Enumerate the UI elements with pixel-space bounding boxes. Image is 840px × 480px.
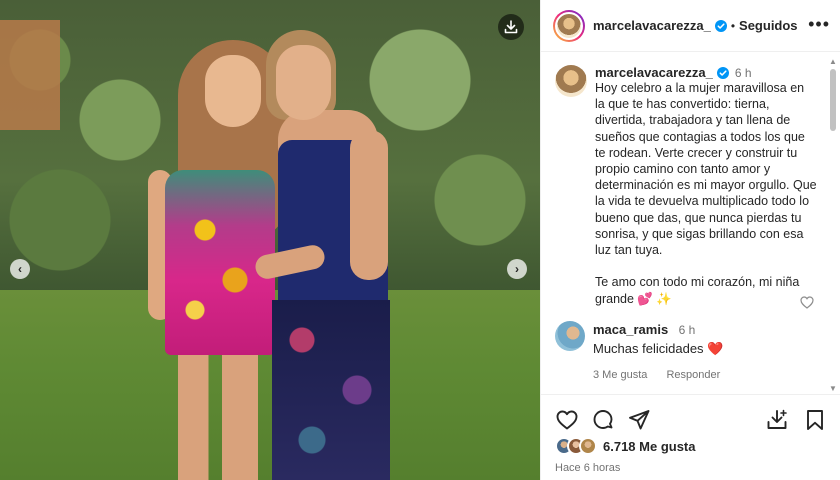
commenter-username[interactable]: maca_ramis [593,322,668,337]
comment-icon [593,410,613,429]
verified-badge-icon [716,66,729,79]
caption-text: Hoy celebro a la mujer maravillosa en la… [595,81,817,306]
previous-photo-button[interactable]: ‹ [10,259,30,279]
share-icon [629,410,650,430]
action-icons-right [751,408,827,432]
comment-reply-button[interactable]: Responder [666,369,720,381]
comment-meta: 3 Me gusta Responder [593,369,817,381]
author-avatar-image [555,11,583,40]
photo-mother-arm [350,130,388,280]
photo-mother-face [276,45,331,120]
photo-girl-legs [178,355,258,480]
save-image-icon [767,409,787,429]
action-icons [555,403,827,437]
likes-summary[interactable]: 6.718 Me gusta [555,437,827,455]
caption-author-avatar[interactable] [555,65,587,97]
verified-badge-icon [714,19,727,32]
bookmark-button[interactable] [803,408,827,432]
download-button[interactable] [498,14,524,40]
liker-avatar [579,437,597,455]
comment-text: Muchas felicidades ❤️ [593,340,724,356]
comment-like-heart-icon[interactable] [800,296,814,309]
comment-like-count[interactable]: 3 Me gusta [593,369,647,381]
comments-section[interactable]: marcelavacarezza_ 6 h Hoy celebro a la m… [541,53,829,393]
scrollbar-thumb[interactable] [830,69,836,131]
post-side-panel: marcelavacarezza_ • Seguidos ••• marcela… [540,0,840,480]
comment-item: maca_ramis 6 h Muchas felicidades ❤️ 3 M… [555,320,817,381]
post-timestamp: Hace 6 horas [555,462,621,474]
chevron-right-icon: › [515,262,519,276]
caption-username[interactable]: marcelavacarezza_ [595,65,713,80]
following-button[interactable]: Seguidos [739,18,798,33]
post-header: marcelavacarezza_ • Seguidos ••• [541,0,840,52]
scroll-up-icon[interactable]: ▲ [829,57,837,66]
commenter-avatar[interactable] [555,320,585,351]
comment-time: 6 h [678,322,696,337]
comment-body: maca_ramis 6 h Muchas felicidades ❤️ 3 M… [593,321,817,381]
comment-button[interactable] [591,408,615,432]
heart-icon [556,410,578,430]
next-photo-button[interactable]: › [507,259,527,279]
post-actions: 6.718 Me gusta Hace 6 horas [541,394,840,480]
photo-mother-pants [272,300,390,480]
like-button[interactable] [555,408,579,432]
save-image-button[interactable] [765,408,789,432]
instagram-post-view: ‹ › marcelavacarezza_ • Seguidos ••• mar… [0,0,840,480]
more-options-icon[interactable]: ••• [808,15,830,33]
post-photo[interactable]: ‹ › [0,0,540,480]
caption-time: 6 h [734,65,752,80]
post-caption: marcelavacarezza_ 6 h Hoy celebro a la m… [555,65,817,307]
chevron-left-icon: ‹ [18,262,22,276]
caption-header: marcelavacarezza_ 6 h [595,65,817,80]
author-username[interactable]: marcelavacarezza_ [593,18,711,33]
bookmark-icon [807,410,823,430]
photo-girl-face [205,55,261,127]
caption-body: marcelavacarezza_ 6 h Hoy celebro a la m… [595,65,817,307]
header-separator: • [730,18,736,33]
likes-count[interactable]: 6.718 Me gusta [603,439,696,454]
share-button[interactable] [627,408,651,432]
scroll-down-icon[interactable]: ▼ [829,384,837,393]
download-icon [504,20,518,34]
author-avatar[interactable] [553,9,585,42]
photo-brick-wall [0,20,60,130]
comments-scrollbar[interactable]: ▲ ▼ [828,55,838,393]
